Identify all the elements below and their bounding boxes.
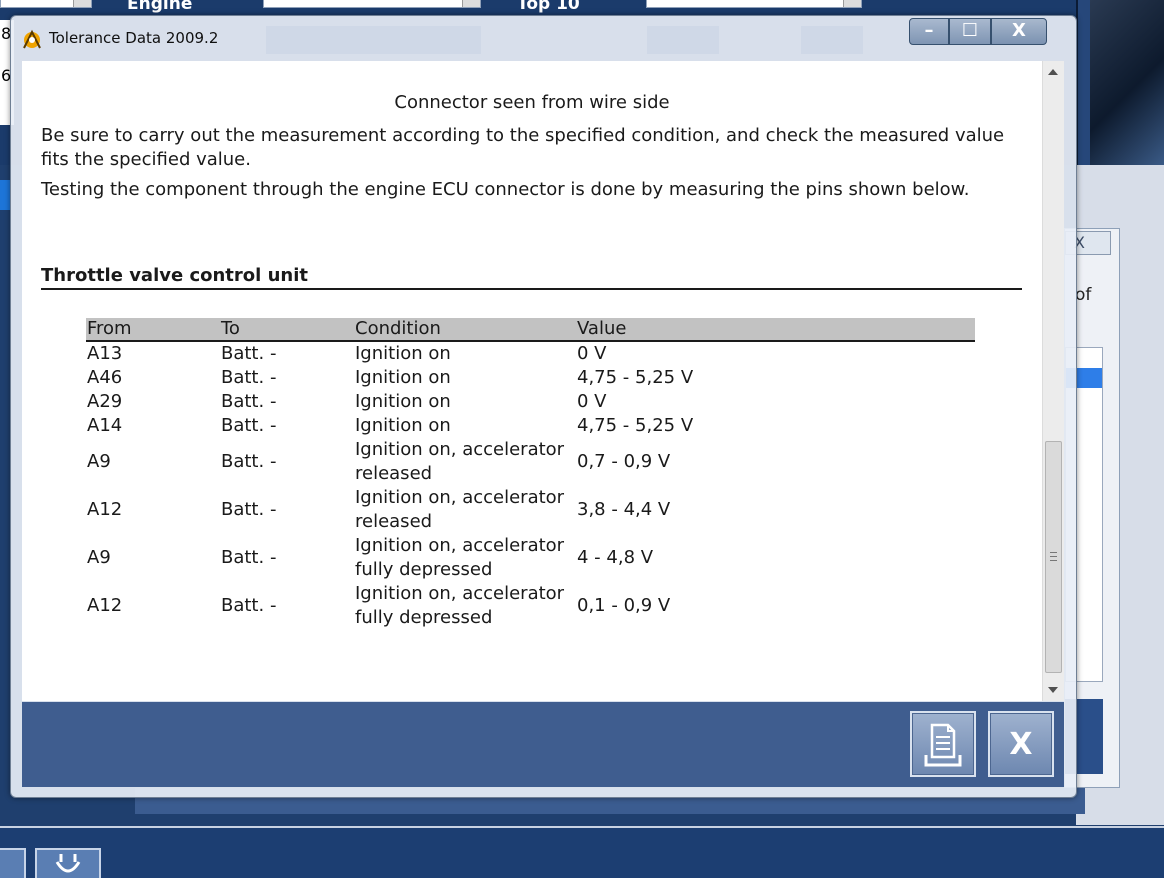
engine-combo[interactable] bbox=[263, 0, 481, 8]
print-document-icon bbox=[924, 723, 962, 767]
background-left-selection bbox=[0, 180, 10, 210]
ghost-combo bbox=[266, 26, 481, 54]
section-divider bbox=[41, 288, 1022, 290]
cell-from: A46 bbox=[87, 367, 123, 388]
ghost-field bbox=[801, 26, 863, 54]
document-content[interactable]: Connector seen from wire side Be sure to… bbox=[22, 61, 1052, 701]
table-row: A9 Batt. - Ignition on, accelerator full… bbox=[86, 534, 975, 582]
close-button[interactable]: X bbox=[988, 711, 1054, 777]
table-row: A12 Batt. - Ignition on, accelerator ful… bbox=[86, 582, 975, 630]
measurement-instructions: Be sure to carry out the measurement acc… bbox=[41, 125, 1005, 170]
background-bottom-bar bbox=[0, 826, 1164, 878]
cell-condition: Ignition on, accelerator fully depressed bbox=[355, 535, 565, 580]
cell-condition: Ignition on bbox=[355, 367, 451, 388]
engine-photo bbox=[1090, 0, 1164, 165]
cell-from: A12 bbox=[87, 595, 123, 616]
wrench-icon bbox=[55, 854, 81, 873]
minimize-button[interactable]: – bbox=[909, 18, 949, 45]
background-dialog-text: of bbox=[1075, 285, 1092, 305]
app-logo-icon bbox=[23, 29, 41, 49]
cell-to: Batt. - bbox=[221, 367, 277, 388]
close-icon: X bbox=[1009, 727, 1033, 762]
window-title: Tolerance Data 2009.2 bbox=[49, 29, 219, 47]
cell-from: A14 bbox=[87, 415, 123, 436]
cell-condition: Ignition on bbox=[355, 343, 451, 364]
print-button[interactable] bbox=[910, 711, 976, 777]
cell-condition: Ignition on bbox=[355, 391, 451, 412]
cell-value: 0 V bbox=[577, 391, 607, 412]
testing-instructions: Testing the component through the engine… bbox=[41, 179, 970, 200]
cell-condition: Ignition on, accelerator fully depressed bbox=[355, 583, 565, 628]
cell-to: Batt. - bbox=[221, 451, 277, 472]
bottom-tool-button[interactable] bbox=[35, 848, 101, 878]
maximize-button[interactable]: ☐ bbox=[949, 18, 991, 45]
chevron-down-icon[interactable] bbox=[843, 0, 861, 7]
engine-label: Engine bbox=[127, 0, 193, 14]
cell-value: 0,1 - 0,9 V bbox=[577, 595, 671, 616]
cell-value: 4 - 4,8 V bbox=[577, 547, 654, 568]
top10-combo[interactable] bbox=[646, 0, 862, 8]
scroll-down-icon[interactable] bbox=[1048, 687, 1058, 693]
top10-label: Top 10 bbox=[517, 0, 580, 14]
cell-to: Batt. - bbox=[221, 595, 277, 616]
cell-from: A12 bbox=[87, 499, 123, 520]
column-header-value: Value bbox=[576, 318, 975, 342]
column-header-from: From bbox=[86, 318, 220, 342]
cell-value: 4,75 - 5,25 V bbox=[577, 415, 694, 436]
vertical-scrollbar[interactable] bbox=[1042, 61, 1064, 701]
cell-value: 4,75 - 5,25 V bbox=[577, 367, 694, 388]
bottom-button[interactable] bbox=[0, 848, 26, 878]
cell-to: Batt. - bbox=[221, 391, 277, 412]
measurement-table: From To Condition Value A13 Batt. - Igni… bbox=[86, 318, 975, 630]
table-row: A29 Batt. - Ignition on 0 V bbox=[86, 390, 975, 414]
table-row: A13 Batt. - Ignition on 0 V bbox=[86, 341, 975, 366]
dialog-footer: X bbox=[22, 702, 1064, 787]
cell-value: 3,8 - 4,4 V bbox=[577, 499, 671, 520]
chevron-down-icon[interactable] bbox=[462, 0, 480, 7]
table-row: A14 Batt. - Ignition on 4,75 - 5,25 V bbox=[86, 414, 975, 438]
cell-value: 0 V bbox=[577, 343, 607, 364]
tolerance-data-dialog: Tolerance Data 2009.2 – ☐ X Connector se… bbox=[10, 15, 1077, 798]
cell-to: Batt. - bbox=[221, 547, 277, 568]
table-row: A46 Batt. - Ignition on 4,75 - 5,25 V bbox=[86, 366, 975, 390]
cell-value: 0,7 - 0,9 V bbox=[577, 451, 671, 472]
cell-condition: Ignition on bbox=[355, 415, 451, 436]
ghost-field bbox=[647, 26, 719, 54]
column-header-to: To bbox=[220, 318, 354, 342]
title-bar[interactable]: Tolerance Data 2009.2 – ☐ X bbox=[11, 16, 1076, 60]
section-title: Throttle valve control unit bbox=[41, 265, 308, 286]
cell-from: A9 bbox=[87, 547, 111, 568]
cell-condition: Ignition on, accelerator released bbox=[355, 487, 565, 532]
left-combo[interactable] bbox=[0, 0, 92, 8]
cell-to: Batt. - bbox=[221, 415, 277, 436]
grip-icon bbox=[1050, 552, 1057, 561]
scroll-up-icon[interactable] bbox=[1048, 69, 1058, 75]
scroll-thumb[interactable] bbox=[1045, 441, 1062, 673]
table-row: A12 Batt. - Ignition on, accelerator rel… bbox=[86, 486, 975, 534]
column-header-condition: Condition bbox=[354, 318, 576, 342]
chevron-down-icon[interactable] bbox=[73, 0, 91, 7]
table-row: A9 Batt. - Ignition on, accelerator rele… bbox=[86, 438, 975, 486]
close-window-button[interactable]: X bbox=[991, 18, 1047, 45]
table-header-row: From To Condition Value bbox=[86, 318, 975, 342]
connector-caption: Connector seen from wire side bbox=[394, 92, 670, 113]
cell-from: A29 bbox=[87, 391, 123, 412]
cell-to: Batt. - bbox=[221, 343, 277, 364]
cell-to: Batt. - bbox=[221, 499, 277, 520]
cell-from: A13 bbox=[87, 343, 123, 364]
cell-condition: Ignition on, accelerator released bbox=[355, 439, 565, 484]
cell-from: A9 bbox=[87, 451, 111, 472]
